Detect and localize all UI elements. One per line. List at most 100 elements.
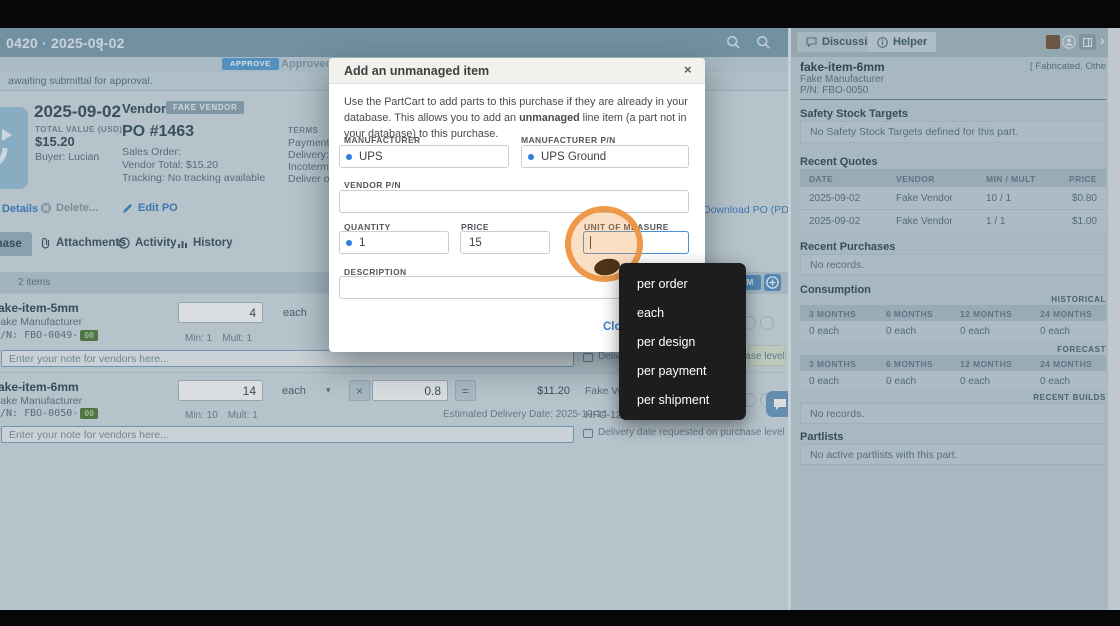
quantity-input[interactable]: 14 — [178, 380, 263, 401]
delete-link-label: Delete... — [56, 202, 98, 214]
historical-6m: 0 each — [886, 326, 916, 337]
quotes-header-row: DATE VENDOR MIN / MULT PRICE — [800, 169, 1106, 187]
panel-toggle-button[interactable] — [1079, 34, 1096, 50]
chevron-right-icon[interactable]: › — [1100, 32, 1105, 48]
bottom-letterbox — [0, 610, 1120, 626]
paperclip-icon — [40, 237, 51, 249]
delivery-note-text: Delivery date requested on purchase leve… — [598, 427, 785, 438]
col-24-months: 24 MONTHS — [1040, 309, 1092, 319]
manufacturer-input[interactable] — [339, 145, 509, 168]
quote-row[interactable]: 2025-09-02 Fake Vendor 10 / 1 $0.80 — [800, 187, 1106, 209]
partlists-empty: No active partlists with this part. — [800, 444, 1106, 465]
uom-option-per-order[interactable]: per order — [619, 269, 746, 298]
quantity-input[interactable]: 4 — [178, 302, 263, 323]
buyer: Buyer: Lucian — [35, 151, 99, 163]
tab-attachments[interactable]: Attachments — [40, 237, 126, 249]
forecast-3m: 0 each — [809, 376, 839, 387]
modal-header: Add an unmanaged item × — [329, 58, 705, 84]
tab-history[interactable]: History — [177, 237, 233, 249]
po-title: 0420 · 2025-09-02 — [6, 35, 125, 51]
uom-label: each — [283, 307, 307, 319]
person-icon[interactable] — [1062, 35, 1076, 49]
row-action-icon[interactable] — [760, 316, 774, 330]
uom-option-per-design[interactable]: per design — [619, 327, 746, 356]
revision-badge: 00 — [80, 330, 98, 341]
edit-po-link[interactable]: Edit PO — [122, 202, 178, 214]
consumption-header-row: 3 MONTHS 6 MONTHS 12 MONTHS 24 MONTHS — [800, 305, 1106, 321]
tab-purchase[interactable]: Purchase — [0, 232, 32, 256]
forecast-label: FORECAST — [800, 345, 1106, 354]
app-window: 0420 · 2025-09-02 APPROVE › Approved awa… — [0, 0, 1120, 626]
uom-option-each[interactable]: each — [619, 298, 746, 327]
x-circle-icon — [40, 202, 52, 214]
tab-helper-label: Helper — [893, 36, 927, 48]
col-3-months: 3 MONTHS — [809, 359, 856, 369]
consumption-header-row: 3 MONTHS 6 MONTHS 12 MONTHS 24 MONTHS — [800, 355, 1106, 371]
vendor-note-input[interactable] — [1, 350, 574, 367]
historical-label: HISTORICAL — [800, 295, 1106, 304]
quantity-input[interactable] — [339, 231, 449, 254]
edit-po-label: Edit PO — [138, 202, 178, 214]
quote-min-mult: 10 / 1 — [986, 193, 1011, 204]
quote-price: $1.00 — [1072, 216, 1097, 227]
min-value: Min: 10 — [185, 410, 218, 421]
sidebar-scrollbar[interactable] — [1108, 28, 1120, 612]
manufacturer-label: MANUFACTURER — [344, 135, 421, 145]
clock-icon — [118, 237, 130, 249]
forecast-12m: 0 each — [960, 376, 990, 387]
chevron-right-icon: › — [267, 58, 271, 71]
download-po-link[interactable]: Download PO (PDF) — [703, 204, 799, 216]
add-item-button[interactable] — [764, 274, 781, 291]
details-link[interactable]: Details — [2, 203, 38, 215]
search-icon[interactable] — [726, 35, 741, 50]
uom-option-per-shipment[interactable]: per shipment — [619, 385, 746, 414]
filled-dot-icon — [346, 240, 352, 246]
historical-12m: 0 each — [960, 326, 990, 337]
historical-24m: 0 each — [1040, 326, 1070, 337]
consumption-historical-row: 0 each 0 each 0 each 0 each — [800, 321, 1106, 340]
quote-vendor: Fake Vendor — [896, 216, 953, 227]
item-manufacturer: Fake Manufacturer — [0, 395, 82, 407]
sidebar-divider — [800, 99, 1106, 100]
po-number: PO #1463 — [122, 123, 194, 141]
workflow-state-label: Approved — [281, 58, 332, 70]
safety-stock-empty: No Safety Stock Targets defined for this… — [800, 121, 1106, 143]
filled-dot-icon — [346, 154, 352, 160]
equals-operator: = — [455, 380, 476, 401]
po-header-bar: 0420 · 2025-09-02 — [0, 28, 788, 57]
vendor-note-input[interactable] — [1, 426, 574, 443]
uom-dropdown-value[interactable]: each — [282, 385, 306, 397]
tab-activity[interactable]: Activity — [118, 237, 177, 249]
vendor-label: Vendor — [122, 101, 166, 116]
intro-text-bold: unmanaged — [519, 112, 580, 124]
search-icon[interactable] — [756, 35, 771, 50]
user-avatar[interactable] — [1046, 35, 1060, 49]
vendor-pn-input[interactable] — [339, 190, 689, 213]
col-24-months: 24 MONTHS — [1040, 359, 1092, 369]
total-value-label: TOTAL VALUE (USD) — [35, 125, 122, 134]
quote-min-mult: 1 / 1 — [986, 216, 1005, 227]
delete-link[interactable]: Delete... — [40, 202, 98, 214]
item-name: fake-item-5mm — [0, 301, 79, 315]
tab-helper[interactable]: Helper — [868, 32, 936, 52]
quote-row[interactable]: 2025-09-02 Fake Vendor 1 / 1 $1.00 — [800, 209, 1106, 232]
uom-option-per-payment[interactable]: per payment — [619, 356, 746, 385]
vendor-pn-label: VENDOR P/N — [344, 180, 401, 190]
chevron-down-icon[interactable]: ▾ — [326, 385, 331, 396]
manufacturer-pn-input[interactable] — [521, 145, 689, 168]
vendor-badge[interactable]: FAKE VENDOR — [166, 101, 244, 114]
col-min-mult: MIN / MULT — [986, 174, 1036, 184]
price-input[interactable]: 0.8 — [372, 380, 448, 401]
col-6-months: 6 MONTHS — [886, 309, 933, 319]
historical-3m: 0 each — [809, 326, 839, 337]
calendar-icon — [583, 428, 593, 438]
vendor-total: Vendor Total: $15.20 — [122, 159, 218, 171]
sidebar-part-name: fake-item-6mm — [800, 60, 885, 74]
close-icon[interactable]: × — [684, 62, 692, 77]
kebab-menu-icon[interactable] — [100, 36, 103, 53]
price-input[interactable] — [460, 231, 550, 254]
items-count: 2 items — [18, 277, 50, 288]
quote-date: 2025-09-02 — [809, 193, 860, 204]
col-date: DATE — [809, 174, 833, 184]
estimated-delivery: Estimated Delivery Date: 2025-10-14 — [443, 409, 573, 420]
